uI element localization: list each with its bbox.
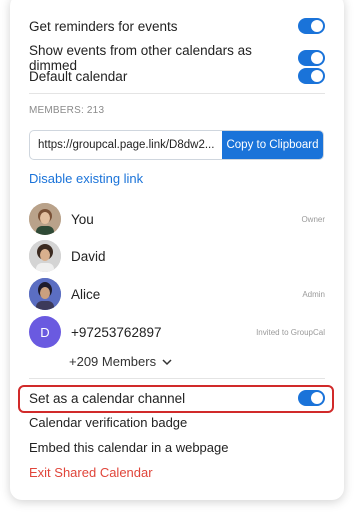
member-row[interactable]: Alice Admin xyxy=(29,278,325,310)
reminders-setting: Get reminders for events xyxy=(29,18,325,34)
avatar xyxy=(29,240,61,272)
verification-badge-item[interactable]: Calendar verification badge xyxy=(29,415,187,430)
member-row[interactable]: David xyxy=(29,240,325,272)
avatar-initial: D xyxy=(40,324,50,340)
avatar xyxy=(29,203,61,235)
chevron-down-icon xyxy=(162,358,172,365)
dimmed-toggle[interactable] xyxy=(298,50,325,66)
more-members-label: +209 Members xyxy=(69,354,157,369)
share-link-box: https://groupcal.page.link/D8dw2... Copy… xyxy=(29,130,324,160)
member-row[interactable]: You Owner xyxy=(29,203,325,235)
divider xyxy=(29,93,325,94)
member-name: David xyxy=(71,248,106,264)
reminders-toggle[interactable] xyxy=(298,18,325,34)
member-name: Alice xyxy=(71,286,101,302)
user-photo-icon xyxy=(29,278,61,310)
member-row[interactable]: D +97253762897 Invited to GroupCal xyxy=(29,316,325,348)
member-role: Admin xyxy=(302,289,325,299)
channel-setting: Set as a calendar channel xyxy=(29,390,325,406)
members-count: MEMBERS: 213 xyxy=(29,105,105,116)
divider xyxy=(29,378,325,379)
reminders-label: Get reminders for events xyxy=(29,18,178,34)
calendar-settings-panel: Get reminders for events Show events fro… xyxy=(10,0,344,500)
default-calendar-toggle[interactable] xyxy=(298,68,325,84)
member-role: Invited to GroupCal xyxy=(256,327,325,337)
member-role: Owner xyxy=(301,214,325,224)
default-calendar-setting: Default calendar xyxy=(29,68,325,84)
default-calendar-label: Default calendar xyxy=(29,68,128,84)
user-photo-icon xyxy=(29,240,61,272)
embed-calendar-item[interactable]: Embed this calendar in a webpage xyxy=(29,440,228,455)
exit-calendar-button[interactable]: Exit Shared Calendar xyxy=(29,465,153,480)
more-members-button[interactable]: +209 Members xyxy=(69,354,172,369)
channel-label: Set as a calendar channel xyxy=(29,390,186,406)
member-name: You xyxy=(71,211,94,227)
disable-link-button[interactable]: Disable existing link xyxy=(29,171,143,186)
avatar xyxy=(29,278,61,310)
share-link-url[interactable]: https://groupcal.page.link/D8dw2... xyxy=(30,131,222,159)
user-photo-icon xyxy=(29,203,61,235)
copy-to-clipboard-button[interactable]: Copy to Clipboard xyxy=(222,131,323,159)
avatar: D xyxy=(29,316,61,348)
member-name: +97253762897 xyxy=(71,324,162,340)
channel-toggle[interactable] xyxy=(298,390,325,406)
